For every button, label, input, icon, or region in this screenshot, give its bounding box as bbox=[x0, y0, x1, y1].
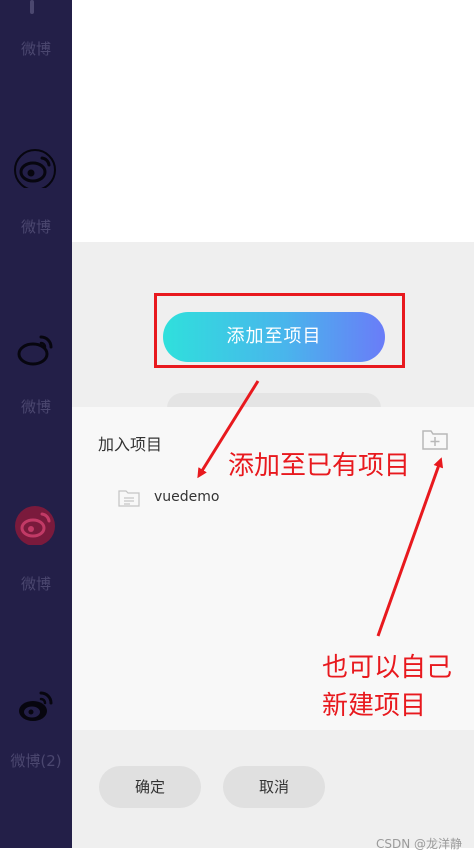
dialog-footer: 确定 取消 bbox=[72, 730, 474, 848]
highlight-box bbox=[154, 293, 405, 368]
sidebar-item-weibo-4[interactable]: 微博 bbox=[0, 497, 72, 597]
annotation-add-existing: 添加至已有项目 bbox=[228, 451, 411, 481]
weibo-icon bbox=[14, 149, 56, 188]
watermark: CSDN @龙洋静 bbox=[375, 837, 462, 851]
folder-icon bbox=[118, 490, 140, 507]
sidebar-item-weibo-1[interactable]: 微博 bbox=[0, 0, 72, 70]
annotation-create-line1: 也可以自己 bbox=[322, 653, 453, 683]
weibo-icon bbox=[15, 506, 55, 545]
weibo-icon bbox=[19, 691, 53, 721]
weibo-outline-icon bbox=[17, 335, 53, 366]
new-folder-icon[interactable] bbox=[421, 427, 449, 451]
sidebar-item-label: 微博 bbox=[20, 575, 51, 593]
weibo-icon bbox=[30, 0, 34, 14]
sidebar-item-label: 微博(2) bbox=[10, 752, 62, 770]
sidebar-item-label: 微博 bbox=[20, 218, 51, 236]
sidebar-item-label: 微博 bbox=[20, 398, 51, 416]
sidebar-item-weibo-5[interactable]: 微博(2) bbox=[0, 678, 72, 778]
project-name: vuedemo bbox=[154, 489, 220, 505]
confirm-button[interactable]: 确定 bbox=[99, 766, 201, 808]
sheet-title: 加入项目 bbox=[98, 435, 163, 454]
app-sidebar: 微博 微博 微博 微博 微博(2) bbox=[0, 0, 72, 848]
sidebar-item-weibo-3[interactable]: 微博 bbox=[0, 320, 72, 420]
cancel-button[interactable]: 取消 bbox=[223, 766, 325, 808]
annotation-create-line2: 新建项目 bbox=[322, 691, 427, 721]
sidebar-item-label: 微博 bbox=[20, 40, 51, 58]
sidebar-item-weibo-2[interactable]: 微博 bbox=[0, 140, 72, 240]
project-list-item[interactable]: vuedemo bbox=[118, 487, 318, 511]
content-area bbox=[72, 0, 474, 242]
